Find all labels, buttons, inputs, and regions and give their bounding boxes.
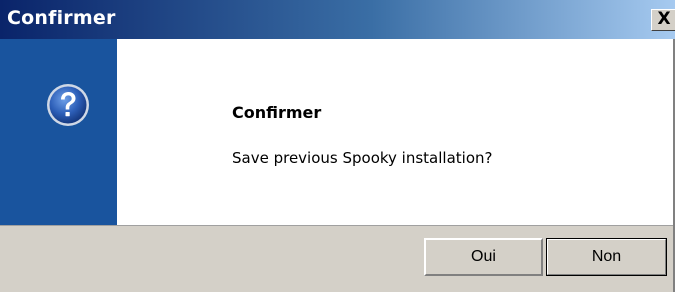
dialog-message: Save previous Spooky installation? (232, 149, 493, 167)
icon-sidebar (0, 39, 117, 225)
no-button[interactable]: Non (546, 238, 667, 276)
confirm-dialog: Confirmer X Confirmer Save previous Spoo… (0, 0, 675, 292)
footer-divider (0, 225, 675, 226)
close-button[interactable]: X (651, 9, 675, 31)
dialog-heading: Confirmer (232, 103, 322, 122)
dialog-content: Confirmer Save previous Spooky installat… (0, 39, 675, 225)
title-bar[interactable]: Confirmer X (0, 0, 675, 39)
window-title: Confirmer (7, 7, 116, 29)
yes-button[interactable]: Oui (424, 238, 543, 276)
question-icon (47, 84, 89, 126)
